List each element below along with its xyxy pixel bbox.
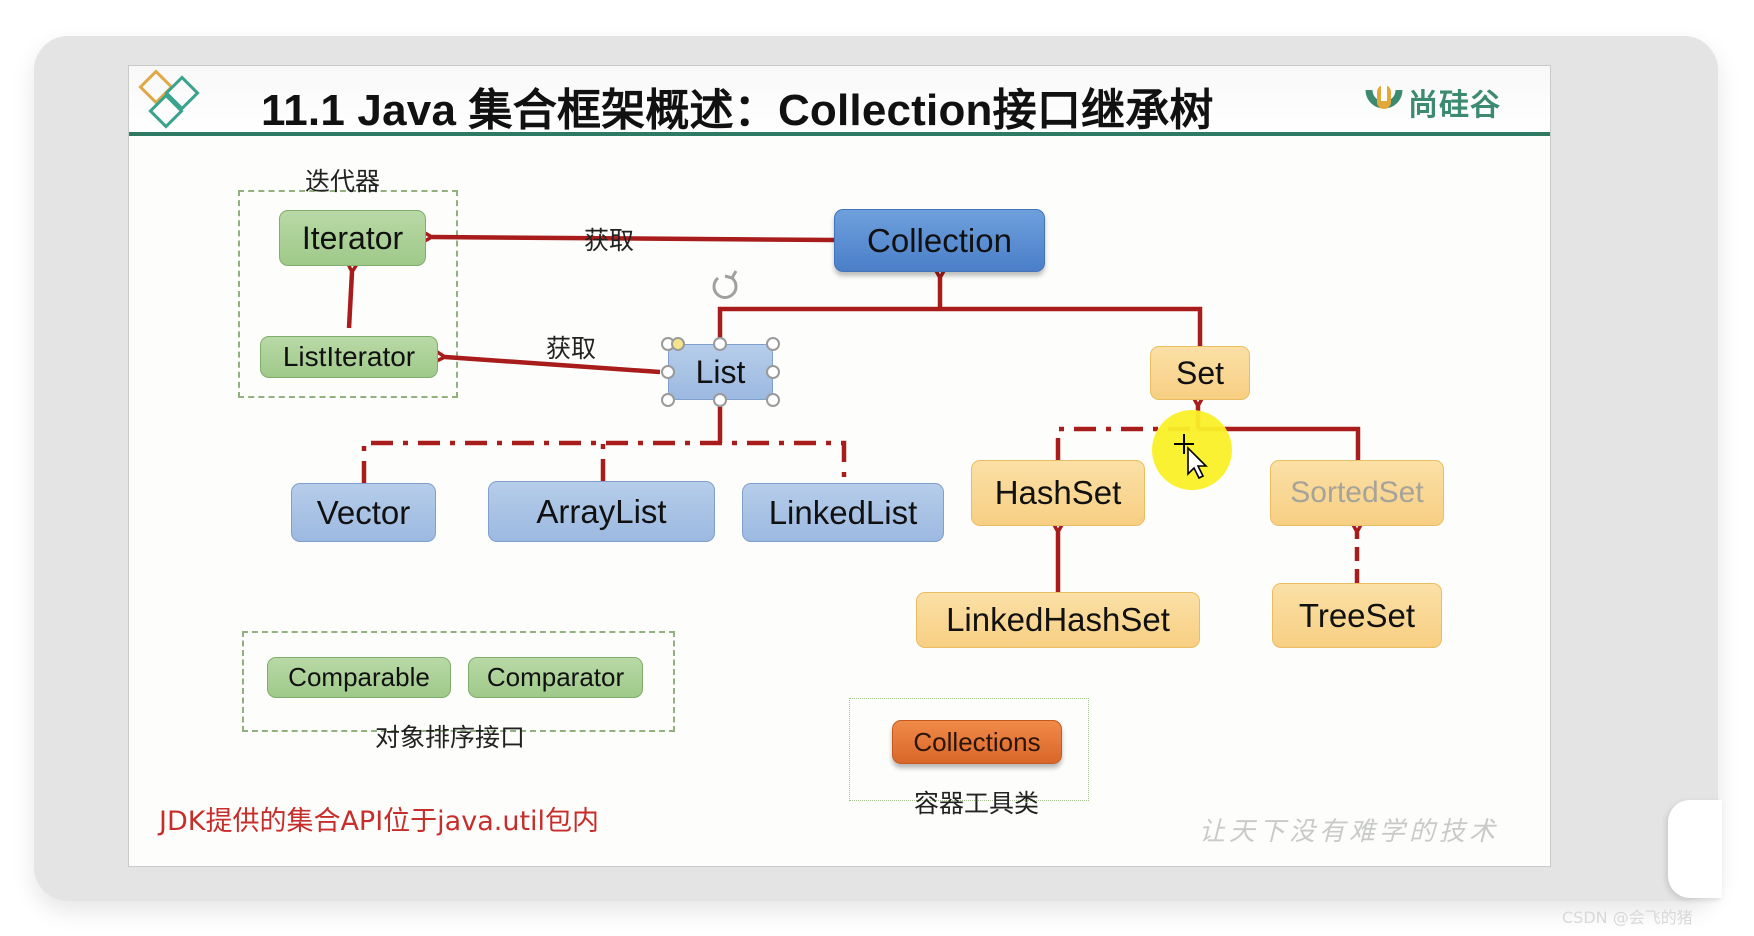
node-tree-set-label: TreeSet bbox=[1298, 596, 1416, 634]
node-linked-hash-set-label: LinkedHashSet bbox=[946, 601, 1170, 638]
selection-handle[interactable] bbox=[766, 337, 780, 351]
slide-header: 11.1 Java 集合框架概述：Collection接口继承树 尚硅谷 bbox=[129, 66, 1550, 136]
node-vector[interactable]: Vector bbox=[291, 483, 436, 542]
tools-group-label: 容器工具类 bbox=[914, 789, 1040, 818]
node-tree-set[interactable]: TreeSet bbox=[1272, 583, 1442, 648]
node-array-list[interactable]: ArrayList bbox=[488, 481, 715, 542]
node-array-list-label: ArrayList bbox=[536, 492, 667, 530]
node-comparable[interactable]: Comparable bbox=[267, 657, 451, 698]
node-linked-hash-set[interactable]: LinkedHashSet bbox=[916, 592, 1200, 648]
selection-handle[interactable] bbox=[713, 393, 727, 407]
node-collection[interactable]: Collection bbox=[834, 209, 1045, 272]
selection-handle[interactable] bbox=[713, 337, 727, 351]
node-set[interactable]: Set bbox=[1150, 346, 1250, 400]
mouse-pointer-icon bbox=[1174, 430, 1208, 480]
node-sorted-set[interactable]: SortedSet bbox=[1270, 460, 1444, 526]
sort-group-label: 对象排序接口 bbox=[375, 723, 526, 752]
selection-handle[interactable] bbox=[661, 365, 675, 379]
edge-label-get-iterator: 获取 bbox=[584, 226, 635, 255]
slogan: 让天下没有难学的技术 bbox=[1199, 817, 1500, 847]
node-iterator-label: Iterator bbox=[301, 219, 404, 256]
watermark: CSDN @会飞的猪 bbox=[1562, 908, 1693, 927]
slide-title: 11.1 Java 集合框架概述：Collection接口继承树 bbox=[261, 86, 1214, 135]
side-panel-tab[interactable] bbox=[1668, 800, 1722, 898]
diamond-logo-icon bbox=[138, 69, 200, 129]
node-comparator-label: Comparator bbox=[486, 662, 625, 692]
node-list-label: List bbox=[695, 353, 746, 390]
node-collection-label: Collection bbox=[867, 221, 1012, 259]
brand: 尚硅谷 bbox=[1364, 80, 1501, 124]
selection-handle[interactable] bbox=[766, 365, 780, 379]
node-list-iterator[interactable]: ListIterator bbox=[260, 336, 438, 378]
node-iterator[interactable]: Iterator bbox=[279, 210, 426, 266]
node-list[interactable]: List bbox=[668, 344, 773, 400]
selection-handle[interactable] bbox=[766, 393, 780, 407]
node-comparable-label: Comparable bbox=[288, 662, 430, 692]
node-list-iterator-label: ListIterator bbox=[282, 341, 416, 372]
adjust-handle[interactable] bbox=[671, 337, 685, 351]
node-hash-set-label: HashSet bbox=[994, 474, 1122, 511]
selection-handle[interactable] bbox=[661, 393, 675, 407]
brand-logo-icon bbox=[1365, 85, 1403, 109]
footer-note: JDK提供的集合API位于java.util包内 bbox=[159, 806, 600, 837]
node-linked-list[interactable]: LinkedList bbox=[742, 483, 944, 542]
edge-label-get-list-iterator: 获取 bbox=[546, 334, 597, 363]
node-comparator[interactable]: Comparator bbox=[468, 657, 643, 698]
iterator-group-label: 迭代器 bbox=[305, 167, 381, 196]
node-sorted-set-label: SortedSet bbox=[1290, 476, 1424, 509]
node-collections[interactable]: Collections bbox=[892, 720, 1062, 764]
node-collections-label: Collections bbox=[913, 726, 1041, 757]
brand-name: 尚硅谷 bbox=[1408, 88, 1501, 123]
node-set-label: Set bbox=[1175, 354, 1225, 391]
node-linked-list-label: LinkedList bbox=[768, 493, 918, 531]
node-vector-label: Vector bbox=[316, 493, 411, 531]
node-hash-set[interactable]: HashSet bbox=[971, 460, 1145, 526]
